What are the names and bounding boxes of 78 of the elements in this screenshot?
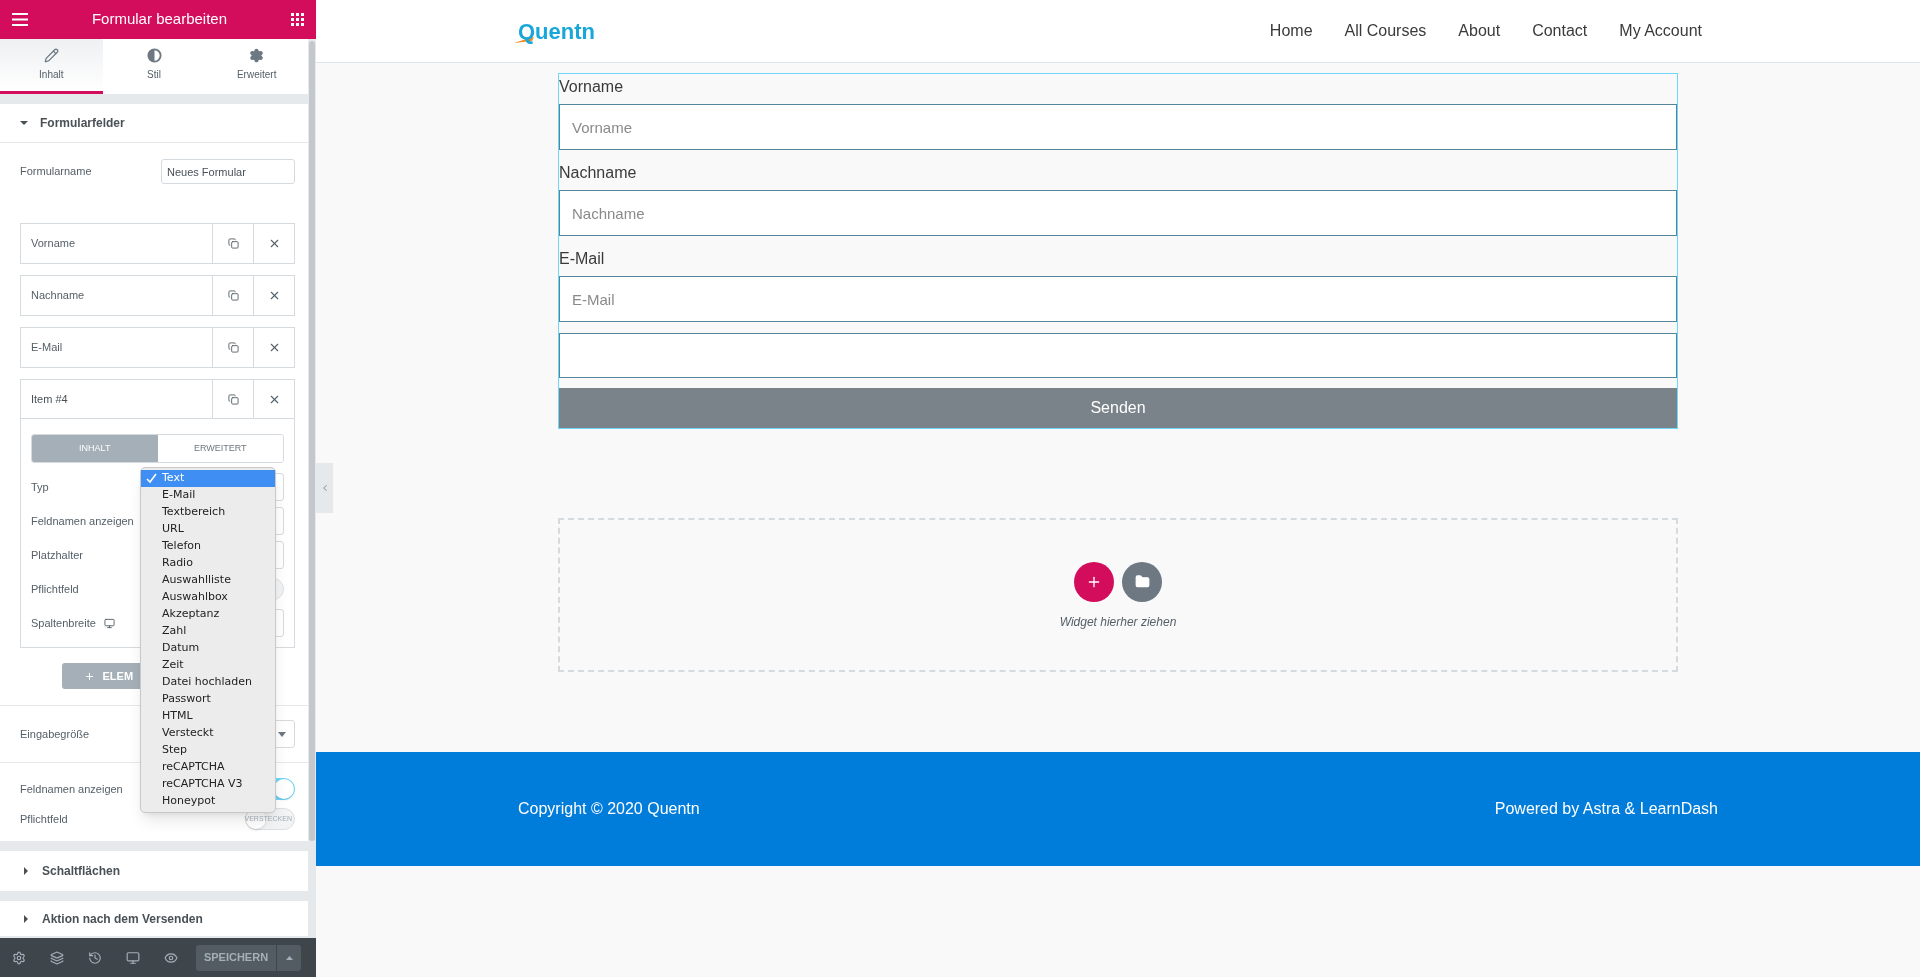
setting-label: Feldnamen anzeigen xyxy=(20,781,123,797)
dropdown-option[interactable]: Akzeptanz xyxy=(141,606,275,623)
duplicate-button[interactable] xyxy=(212,380,253,419)
dropdown-option[interactable]: reCAPTCHA V3 xyxy=(141,776,275,793)
powered-by-text: Powered by Astra & LearnDash xyxy=(1494,799,1718,819)
pencil-icon xyxy=(43,48,59,63)
grid-icon[interactable] xyxy=(291,13,304,26)
dropdown-option[interactable]: E-Mail xyxy=(141,487,275,504)
nav-link[interactable]: All Courses xyxy=(1344,19,1427,43)
text-field[interactable]: E-Mail xyxy=(559,276,1677,322)
drop-hint: Widget hierher ziehen xyxy=(1059,613,1177,631)
nav-link[interactable]: About xyxy=(1458,19,1501,43)
field-label: E-Mail xyxy=(559,249,606,269)
remove-button[interactable] xyxy=(253,380,294,419)
add-widget-button[interactable] xyxy=(1074,561,1114,602)
caret-icon xyxy=(285,955,293,960)
nav-link[interactable]: Home xyxy=(1269,19,1313,43)
setting-label: Pflichtfeld xyxy=(31,581,79,597)
text-field[interactable] xyxy=(559,333,1677,378)
setting-label: Feldnamen anzeigen xyxy=(31,513,134,529)
copyright-text: Copyright © 2020 Quentn xyxy=(518,799,700,819)
plus-icon xyxy=(83,670,95,682)
contrast-icon xyxy=(146,48,162,63)
layers-icon[interactable] xyxy=(50,950,64,965)
dropdown-option[interactable]: Auswahlbox xyxy=(141,589,275,606)
history-icon[interactable] xyxy=(88,950,102,965)
text-field[interactable]: Neues Formular xyxy=(161,159,295,184)
repeater-item[interactable]: Item #4 xyxy=(21,380,212,419)
setting-label: Spaltenbreite xyxy=(31,615,96,631)
dropdown-option[interactable]: URL xyxy=(141,521,275,538)
gear-icon xyxy=(249,48,265,63)
nav-link[interactable]: Contact xyxy=(1532,19,1588,43)
text-field[interactable]: Nachname xyxy=(559,190,1677,236)
eye-icon[interactable] xyxy=(164,950,178,965)
form-widget[interactable]: Vorname Vorname Nachname Nachname E-Mail E-Mail Senden xyxy=(558,73,1678,429)
caret-icon xyxy=(278,731,286,737)
setting-label: Typ xyxy=(31,479,49,495)
caret-icon xyxy=(22,867,30,875)
setting-label: Platzhalter xyxy=(31,547,83,563)
desktop-icon[interactable] xyxy=(126,950,140,965)
setting-label: Eingabegröße xyxy=(20,726,90,742)
panel-tab[interactable]: Erweitert xyxy=(205,39,308,94)
text-field[interactable]: Vorname xyxy=(559,104,1677,150)
field-label: Formularname xyxy=(20,164,92,180)
dropdown-option[interactable]: Passwort xyxy=(141,691,275,708)
setting-label: Pflichtfeld xyxy=(20,811,68,827)
panel-tab[interactable]: Inhalt xyxy=(0,39,103,94)
section-header[interactable]: Schaltflächen xyxy=(0,851,308,891)
nav-link[interactable]: My Account xyxy=(1619,19,1702,43)
panel-title: Formular bearbeiten xyxy=(91,9,228,30)
dropdown-option[interactable]: Auswahlliste xyxy=(141,572,275,589)
dropdown-option[interactable]: reCAPTCHA xyxy=(141,759,275,776)
dropdown-option[interactable]: Radio xyxy=(141,555,275,572)
submit-button[interactable]: Senden xyxy=(559,388,1677,428)
dropdown-option[interactable]: Step xyxy=(141,742,275,759)
copy-icon xyxy=(227,342,239,353)
copy-icon xyxy=(227,393,239,405)
save-options-button[interactable] xyxy=(276,944,301,971)
check-icon xyxy=(146,473,157,484)
panel-tab[interactable]: Stil xyxy=(102,39,206,94)
copy-icon xyxy=(227,238,239,249)
dropdown-option[interactable]: Zahl xyxy=(141,623,275,640)
dropdown-option[interactable]: Textbereich xyxy=(141,504,275,521)
gear-icon[interactable] xyxy=(12,950,26,965)
menu-icon[interactable] xyxy=(12,13,28,26)
field-label: Vorname xyxy=(559,77,625,97)
field-label: Nachname xyxy=(559,163,638,183)
dropdown-option[interactable]: Honeypot xyxy=(141,793,275,810)
dropdown-option[interactable]: Versteckt xyxy=(141,725,275,742)
dropdown-option[interactable]: Datum xyxy=(141,640,275,657)
section-header[interactable]: Aktion nach dem Versenden xyxy=(0,901,308,936)
collapse-handle[interactable] xyxy=(316,463,333,513)
template-button[interactable] xyxy=(1122,561,1162,602)
dropdown-option[interactable]: Telefon xyxy=(141,538,275,555)
copy-icon xyxy=(227,290,239,301)
folder-icon xyxy=(1134,574,1150,589)
caret-icon xyxy=(22,914,30,923)
dropdown-option[interactable]: HTML xyxy=(141,708,275,725)
